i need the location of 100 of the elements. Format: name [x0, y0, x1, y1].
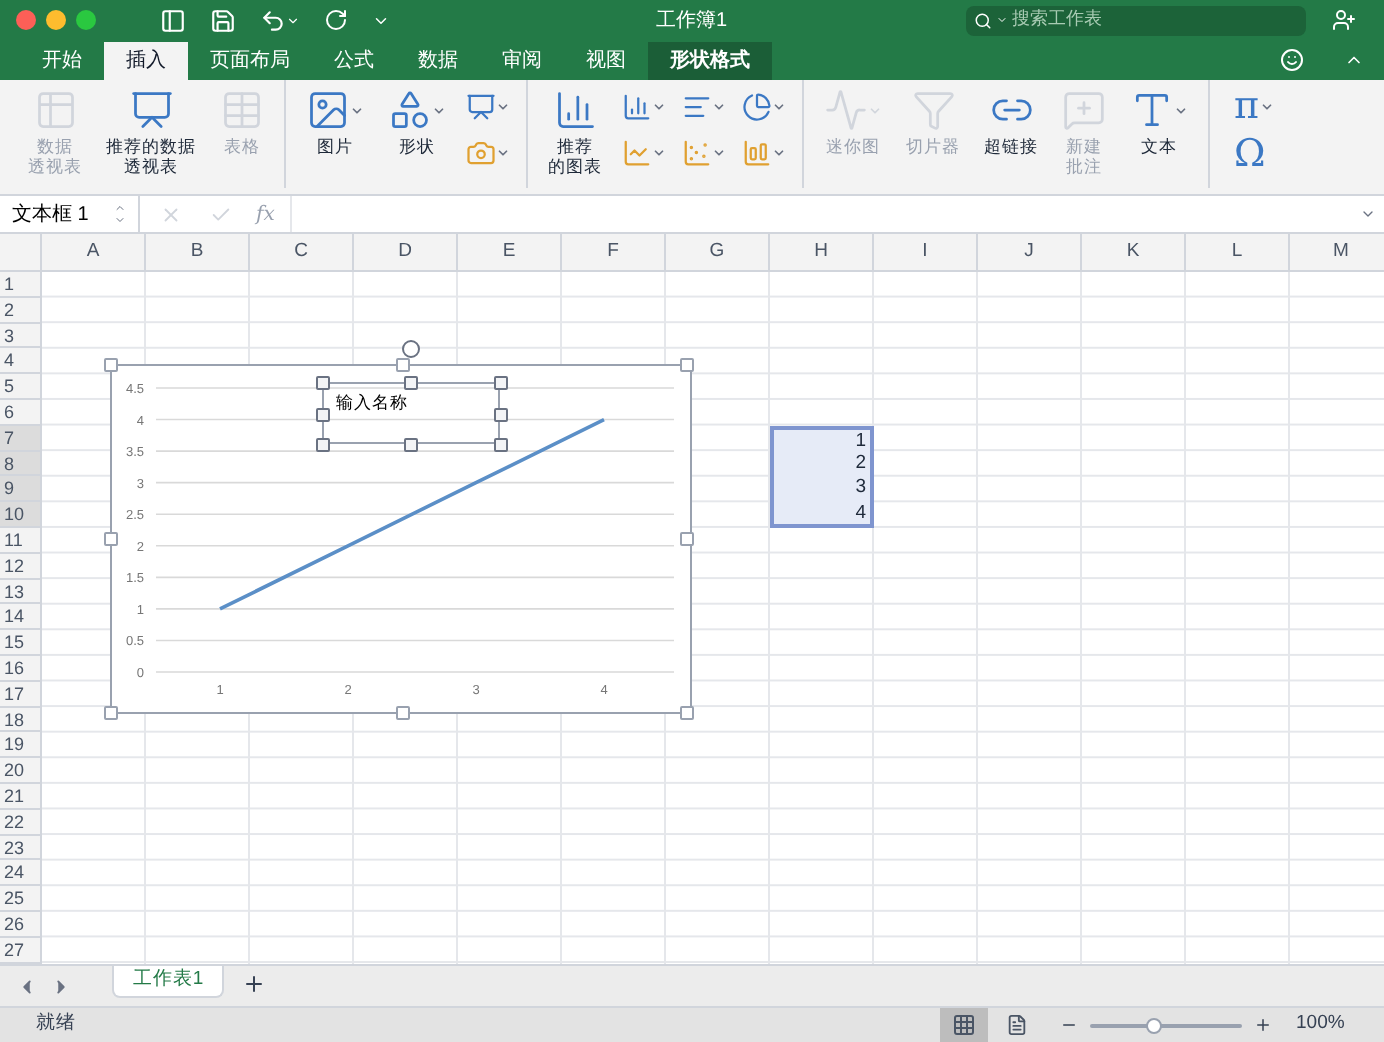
row-header[interactable]: 12 — [0, 553, 42, 580]
chart-type-button[interactable] — [622, 92, 666, 122]
chart-type-button[interactable] — [742, 92, 786, 122]
redo-icon[interactable] — [324, 8, 348, 32]
ribbon-button[interactable]: 超链接 — [972, 80, 1050, 188]
table-cell[interactable]: 1 — [770, 425, 874, 452]
sidebar-icon[interactable] — [160, 7, 186, 33]
column-header[interactable]: H — [770, 234, 874, 270]
ribbon-tab[interactable]: 插入 — [104, 42, 188, 80]
resize-handle[interactable] — [396, 706, 410, 720]
resize-handle[interactable] — [494, 408, 508, 422]
ribbon-button[interactable]: 图片 — [294, 80, 376, 188]
ribbon-tab[interactable]: 视图 — [564, 42, 648, 80]
column-header[interactable]: I — [874, 234, 978, 270]
column-header[interactable]: E — [458, 234, 562, 270]
table-cell[interactable]: 4 — [770, 502, 874, 528]
chart-type-button[interactable] — [466, 92, 510, 122]
ribbon-tab[interactable]: 审阅 — [480, 42, 564, 80]
row-header[interactable]: 25 — [0, 886, 42, 912]
row-header[interactable]: 2 — [0, 297, 42, 324]
row-header[interactable]: 8 — [0, 451, 42, 477]
row-header[interactable]: 4 — [0, 348, 42, 375]
resize-handle[interactable] — [494, 438, 508, 452]
row-header[interactable]: 22 — [0, 809, 42, 836]
normal-view-icon[interactable] — [940, 1008, 988, 1042]
add-sheet-icon[interactable] — [242, 972, 266, 996]
rotate-handle[interactable] — [402, 340, 420, 358]
add-person-icon[interactable] — [1332, 8, 1356, 32]
row-header[interactable]: 18 — [0, 707, 42, 733]
name-box[interactable]: 文本框 1 — [0, 196, 140, 232]
column-header[interactable]: F — [562, 234, 666, 270]
minimize-button[interactable] — [46, 10, 66, 30]
column-header[interactable]: J — [978, 234, 1082, 270]
column-header[interactable]: A — [42, 234, 146, 270]
caret-icon — [868, 103, 882, 117]
row-header[interactable]: 17 — [0, 681, 42, 708]
column-header[interactable]: C — [250, 234, 354, 270]
row-header[interactable]: 5 — [0, 374, 42, 400]
row-header[interactable]: 13 — [0, 579, 42, 605]
row-header[interactable]: 6 — [0, 399, 42, 426]
table-cell[interactable]: 2 — [770, 451, 874, 477]
resize-handle[interactable] — [104, 706, 118, 720]
expand-icon[interactable] — [1360, 206, 1376, 222]
row-header[interactable]: 7 — [0, 425, 42, 452]
column-header[interactable]: K — [1082, 234, 1186, 270]
resize-handle[interactable] — [316, 408, 330, 422]
row-header[interactable]: 3 — [0, 323, 42, 349]
symbol-button[interactable]: Ω — [1234, 132, 1266, 176]
ribbon-tab[interactable]: 形状格式 — [648, 42, 772, 80]
column-header[interactable]: B — [146, 234, 250, 270]
resize-handle[interactable] — [680, 706, 694, 720]
resize-handle[interactable] — [404, 438, 418, 452]
column-header[interactable]: D — [354, 234, 458, 270]
ribbon-tab[interactable]: 数据 — [396, 42, 480, 80]
row-header[interactable]: 16 — [0, 655, 42, 682]
row-header[interactable]: 23 — [0, 835, 42, 861]
ribbon-icon — [306, 88, 350, 132]
window-title: 工作簿1 — [656, 7, 728, 35]
ribbon-tab[interactable]: 开始 — [20, 42, 104, 80]
ribbon-button[interactable]: 文本 — [1118, 80, 1200, 188]
column-header[interactable]: M — [1290, 234, 1384, 270]
search-input[interactable]: 搜索工作表 — [1012, 6, 1292, 34]
search-field[interactable]: 搜索工作表 — [966, 5, 1306, 35]
zoom-button[interactable] — [76, 10, 96, 30]
row-header[interactable]: 26 — [0, 911, 42, 938]
resize-handle[interactable] — [494, 376, 508, 390]
row-header[interactable]: 11 — [0, 527, 42, 554]
row-header[interactable]: 24 — [0, 860, 42, 887]
symbol-button[interactable]: π — [1234, 84, 1273, 128]
ribbon-button[interactable]: 推荐的数据 透视表 — [94, 80, 208, 188]
row-header[interactable]: 20 — [0, 758, 42, 784]
sheet-tab[interactable]: 工作表1 — [112, 966, 224, 998]
zoom-in-icon[interactable] — [1254, 1016, 1272, 1034]
row-header[interactable]: 15 — [0, 630, 42, 656]
resize-handle[interactable] — [104, 358, 118, 372]
row-header[interactable]: 21 — [0, 783, 42, 810]
ribbon-button[interactable]: 形状 — [376, 80, 458, 188]
row-header[interactable]: 27 — [0, 937, 42, 964]
column-header[interactable]: G — [666, 234, 770, 270]
resize-handle[interactable] — [680, 358, 694, 372]
page-layout-icon[interactable] — [1006, 1014, 1028, 1036]
save-icon[interactable] — [210, 7, 236, 33]
resize-handle[interactable] — [104, 532, 118, 546]
column-header[interactable]: L — [1186, 234, 1290, 270]
row-header[interactable]: 10 — [0, 502, 42, 528]
row-header[interactable]: 19 — [0, 732, 42, 759]
row-header[interactable]: 14 — [0, 604, 42, 631]
undo-icon[interactable] — [260, 7, 286, 33]
row-header[interactable]: 9 — [0, 476, 42, 503]
ribbon-tab[interactable]: 页面布局 — [188, 42, 312, 80]
ribbon-tab[interactable]: 公式 — [312, 42, 396, 80]
ribbon-button[interactable]: 推荐 的图表 — [536, 80, 614, 188]
row-header[interactable]: 1 — [0, 272, 42, 298]
resize-handle[interactable] — [316, 438, 330, 452]
table-cell[interactable]: 3 — [770, 476, 874, 503]
chart-type-button[interactable] — [682, 92, 726, 122]
caret-icon[interactable] — [286, 13, 300, 27]
resize-handle[interactable] — [316, 376, 330, 390]
smiley-icon[interactable] — [1280, 48, 1304, 72]
resize-handle[interactable] — [680, 532, 694, 546]
